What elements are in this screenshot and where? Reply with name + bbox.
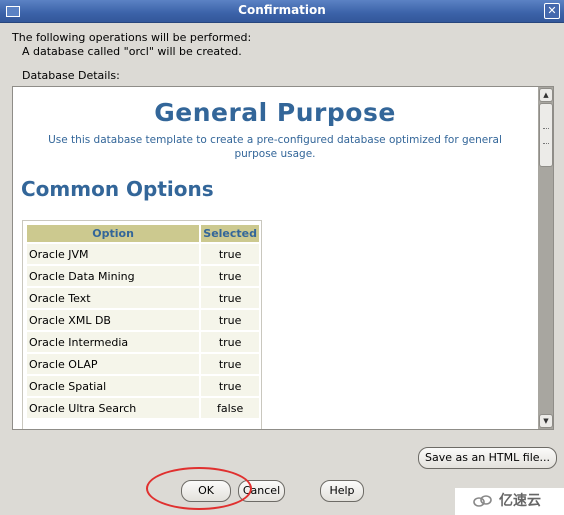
table-row: Oracle Text true	[27, 288, 259, 308]
table-row: Oracle OLAP true	[27, 354, 259, 374]
scroll-up-icon[interactable]: ▲	[539, 88, 553, 102]
template-description: Use this database template to create a p…	[48, 134, 502, 160]
save-as-html-button[interactable]: Save as an HTML file...	[418, 447, 557, 469]
scroll-thumb[interactable]	[539, 103, 553, 167]
table-header-row: Option Selected	[27, 225, 259, 242]
table-row: Oracle XML DB true	[27, 310, 259, 330]
option-selected: false	[201, 398, 259, 418]
option-selected: true	[201, 376, 259, 396]
table-row: Oracle Spatial true	[27, 376, 259, 396]
vertical-scrollbar[interactable]: ▲ ▼	[538, 87, 553, 429]
option-selected: true	[201, 244, 259, 264]
column-header-option: Option	[27, 225, 200, 242]
option-name: Oracle Text	[27, 288, 200, 308]
database-details-label: Database Details:	[22, 69, 120, 82]
watermark: 亿速云	[455, 488, 564, 515]
option-selected: true	[201, 288, 259, 308]
option-name: Oracle Intermedia	[27, 332, 200, 352]
operations-intro: The following operations will be perform…	[12, 31, 251, 59]
options-table-frame: Option Selected Oracle JVM true Oracle D…	[22, 220, 262, 429]
option-selected: true	[201, 332, 259, 352]
close-icon[interactable]: ✕	[544, 3, 560, 19]
option-name: Oracle JVM	[27, 244, 200, 264]
option-name: Oracle Spatial	[27, 376, 200, 396]
section-title: Common Options	[21, 177, 214, 201]
title-bar: Confirmation ✕	[0, 0, 564, 23]
option-name: Oracle Data Mining	[27, 266, 200, 286]
table-row: Oracle Data Mining true	[27, 266, 259, 286]
ok-highlight-circle	[146, 467, 252, 510]
option-selected: true	[201, 354, 259, 374]
watermark-logo-icon	[473, 495, 492, 507]
operations-heading: The following operations will be perform…	[12, 31, 252, 44]
window-title: Confirmation	[238, 3, 326, 17]
option-name: Oracle XML DB	[27, 310, 200, 330]
help-button[interactable]: Help	[320, 480, 364, 502]
table-row: Oracle JVM true	[27, 244, 259, 264]
table-row: Oracle Intermedia true	[27, 332, 259, 352]
database-details-panel[interactable]: General Purpose Use this database templa…	[12, 86, 554, 430]
options-table: Option Selected Oracle JVM true Oracle D…	[25, 223, 261, 420]
details-content: General Purpose Use this database templa…	[13, 87, 537, 429]
template-heading: General Purpose	[154, 98, 396, 127]
column-header-selected: Selected	[201, 225, 259, 242]
scroll-grip	[543, 128, 549, 144]
option-selected: true	[201, 310, 259, 330]
watermark-text: 亿速云	[499, 493, 541, 509]
option-name: Oracle OLAP	[27, 354, 200, 374]
table-row: Oracle Ultra Search false	[27, 398, 259, 418]
scroll-down-icon[interactable]: ▼	[539, 414, 553, 428]
option-name: Oracle Ultra Search	[27, 398, 200, 418]
operation-item: A database called "orcl" will be created…	[22, 45, 242, 58]
option-selected: true	[201, 266, 259, 286]
